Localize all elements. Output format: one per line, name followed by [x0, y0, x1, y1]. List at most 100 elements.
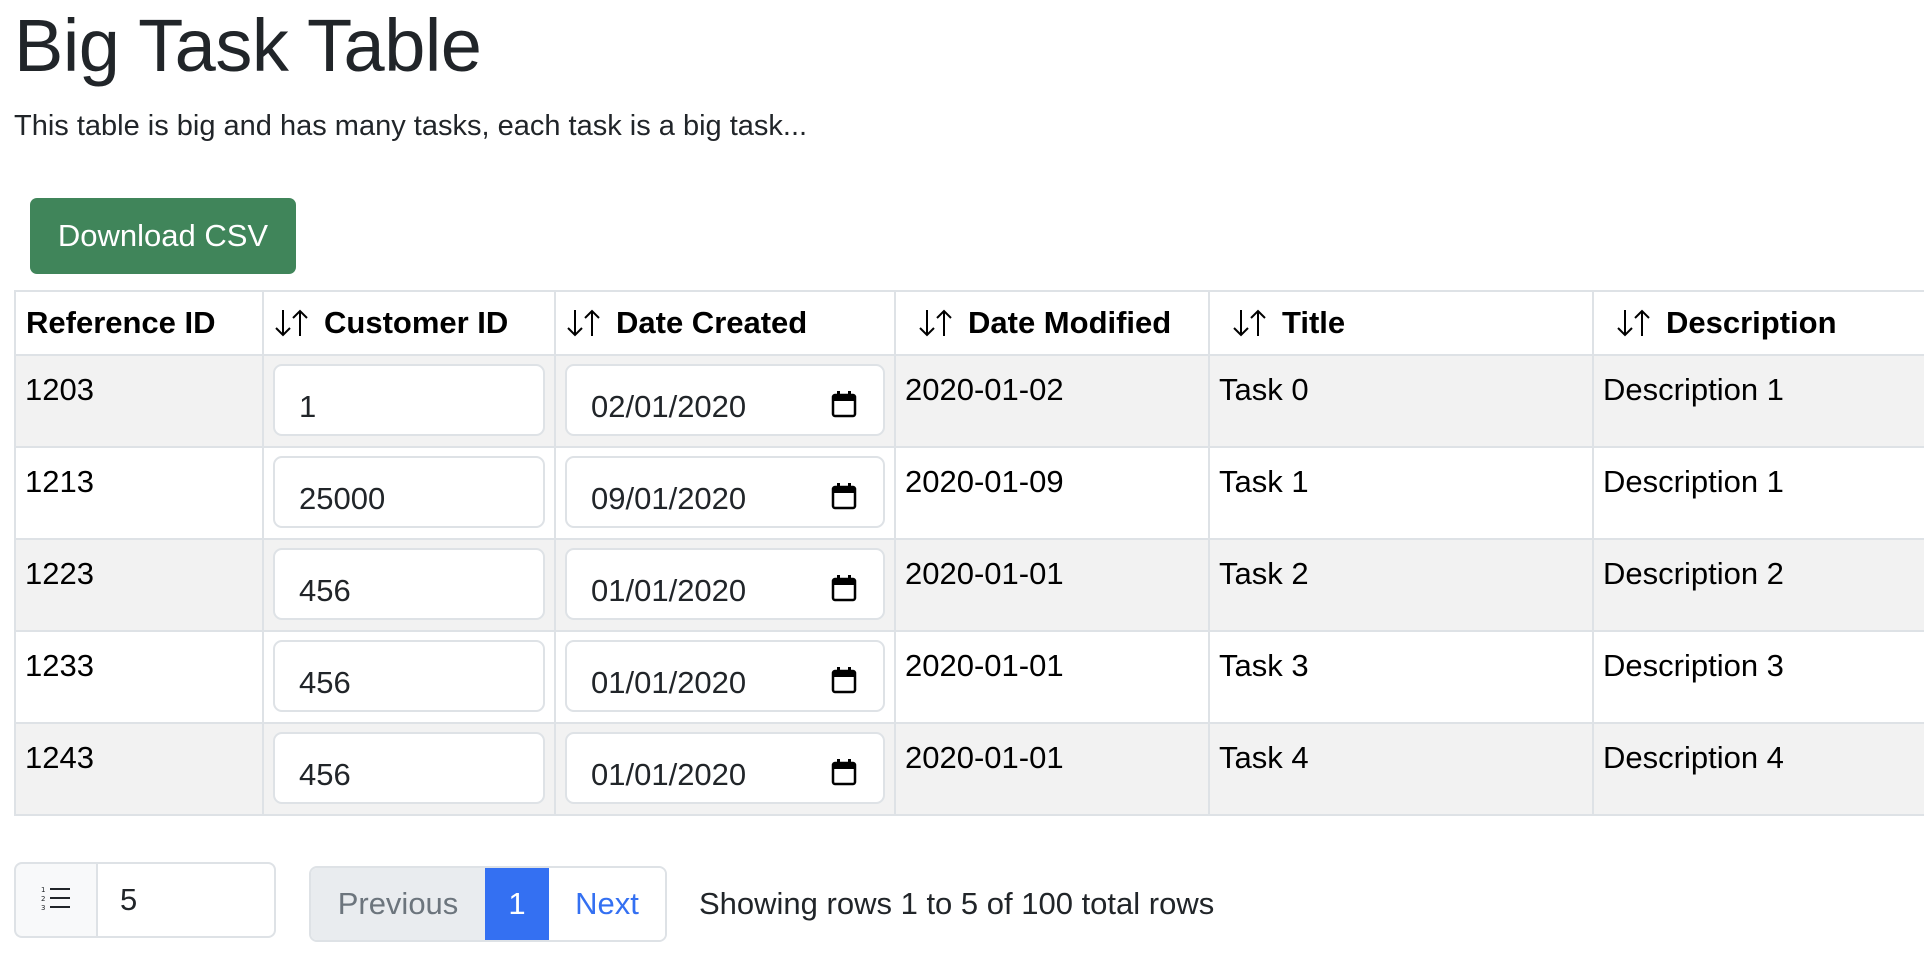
- date-created-cell: [554, 538, 896, 632]
- title-cell: Task 0: [1208, 354, 1594, 448]
- reference-id: 1233: [25, 648, 94, 683]
- page-subtitle: This table is big and has many tasks, ea…: [14, 110, 808, 142]
- numbered-list-icon: 1 2 3: [41, 885, 71, 916]
- sort-arrows-icon[interactable]: [1616, 307, 1654, 339]
- task-table: Reference ID Customer ID Date Created Da…: [14, 290, 1924, 816]
- svg-text:1: 1: [41, 886, 45, 894]
- customer-id-input[interactable]: [275, 366, 543, 434]
- task-description: Description 1: [1603, 372, 1784, 407]
- date-created-cell: [554, 354, 896, 448]
- title-cell: Task 2: [1208, 538, 1594, 632]
- reference-id-cell: 1243: [14, 722, 264, 816]
- date-modified: 2020-01-09: [905, 464, 1064, 499]
- table-header-row: Reference ID Customer ID Date Created Da…: [14, 290, 1924, 356]
- date-modified: 2020-01-01: [905, 740, 1064, 775]
- customer-id-cell: [262, 722, 556, 816]
- calendar-icon[interactable]: [831, 574, 857, 602]
- reference-id-cell: 1233: [14, 630, 264, 724]
- column-label: Description: [1666, 305, 1837, 340]
- title-cell: Task 1: [1208, 446, 1594, 540]
- description-cell: Description 2: [1592, 538, 1924, 632]
- column-label: Date Modified: [968, 305, 1172, 340]
- calendar-icon[interactable]: [831, 482, 857, 510]
- description-cell: Description 1: [1592, 354, 1924, 448]
- date-modified: 2020-01-01: [905, 648, 1064, 683]
- customer-id-input[interactable]: [275, 642, 543, 710]
- date-created-cell: [554, 722, 896, 816]
- sort-arrows-icon[interactable]: [566, 307, 604, 339]
- column-label: Date Created: [616, 305, 808, 340]
- date-created-cell: [554, 446, 896, 540]
- reference-id-cell: 1203: [14, 354, 264, 448]
- page-title: Big Task Table: [14, 4, 482, 87]
- column-label: Reference ID: [26, 305, 216, 340]
- date-modified-cell: 2020-01-01: [894, 538, 1210, 632]
- date-modified: 2020-01-01: [905, 556, 1064, 591]
- task-description: Description 1: [1603, 464, 1784, 499]
- calendar-icon[interactable]: [831, 666, 857, 694]
- previous-page-button[interactable]: Previous: [311, 868, 485, 940]
- description-cell: Description 3: [1592, 630, 1924, 724]
- table-row: 1233 2020-01-01 Task 3 Description 3: [14, 630, 1924, 724]
- customer-id-cell: [262, 446, 556, 540]
- table-row: 1223 2020-01-01 Task 2 Description 2: [14, 538, 1924, 632]
- column-header-description[interactable]: Description: [1592, 290, 1924, 356]
- date-modified: 2020-01-02: [905, 372, 1064, 407]
- title-cell: Task 4: [1208, 722, 1594, 816]
- date-modified-cell: 2020-01-02: [894, 354, 1210, 448]
- rows-per-page-input[interactable]: [98, 864, 274, 936]
- column-label: Customer ID: [324, 305, 509, 340]
- column-header-reference-id: Reference ID: [14, 290, 264, 356]
- task-title: Task 1: [1219, 464, 1309, 499]
- rows-per-page-addon: 1 2 3: [14, 862, 96, 938]
- task-title: Task 4: [1219, 740, 1309, 775]
- download-csv-button[interactable]: Download CSV: [30, 198, 296, 274]
- table-row: 1213 2020-01-09 Task 1 Description 1: [14, 446, 1924, 540]
- sort-arrows-icon[interactable]: [918, 307, 956, 339]
- column-header-date-modified[interactable]: Date Modified: [894, 290, 1210, 356]
- description-cell: Description 4: [1592, 722, 1924, 816]
- reference-id: 1213: [25, 464, 94, 499]
- rows-per-page-control: 1 2 3: [14, 862, 276, 938]
- reference-id: 1203: [25, 372, 94, 407]
- customer-id-cell: [262, 630, 556, 724]
- svg-text:3: 3: [41, 904, 45, 911]
- reference-id: 1243: [25, 740, 94, 775]
- task-table-container: Reference ID Customer ID Date Created Da…: [14, 290, 1924, 816]
- customer-id-cell: [262, 354, 556, 448]
- customer-id-cell: [262, 538, 556, 632]
- date-created-cell: [554, 630, 896, 724]
- reference-id: 1223: [25, 556, 94, 591]
- table-row: 1243 2020-01-01 Task 4 Description 4: [14, 722, 1924, 816]
- task-title: Task 0: [1219, 372, 1309, 407]
- page-1-button[interactable]: 1: [485, 868, 549, 940]
- task-description: Description 4: [1603, 740, 1784, 775]
- description-cell: Description 1: [1592, 446, 1924, 540]
- title-cell: Task 3: [1208, 630, 1594, 724]
- next-page-button[interactable]: Next: [549, 868, 665, 940]
- task-description: Description 2: [1603, 556, 1784, 591]
- sort-arrows-icon[interactable]: [274, 307, 312, 339]
- reference-id-cell: 1213: [14, 446, 264, 540]
- task-description: Description 3: [1603, 648, 1784, 683]
- task-title: Task 2: [1219, 556, 1309, 591]
- sort-arrows-icon[interactable]: [1232, 307, 1270, 339]
- customer-id-input[interactable]: [275, 458, 543, 526]
- date-modified-cell: 2020-01-09: [894, 446, 1210, 540]
- column-header-customer-id[interactable]: Customer ID: [262, 290, 556, 356]
- table-row: 1203 2020-01-02 Task 0 Description 1: [14, 354, 1924, 448]
- column-header-date-created[interactable]: Date Created: [554, 290, 896, 356]
- page: Big Task Table This table is big and has…: [0, 0, 1924, 968]
- column-header-title[interactable]: Title: [1208, 290, 1594, 356]
- reference-id-cell: 1223: [14, 538, 264, 632]
- calendar-icon[interactable]: [831, 390, 857, 418]
- task-title: Task 3: [1219, 648, 1309, 683]
- column-label: Title: [1282, 305, 1346, 340]
- calendar-icon[interactable]: [831, 758, 857, 786]
- svg-text:2: 2: [41, 895, 45, 903]
- date-modified-cell: 2020-01-01: [894, 722, 1210, 816]
- customer-id-input[interactable]: [275, 734, 543, 802]
- pagination: Previous 1 Next: [309, 866, 667, 942]
- customer-id-input[interactable]: [275, 550, 543, 618]
- date-modified-cell: 2020-01-01: [894, 630, 1210, 724]
